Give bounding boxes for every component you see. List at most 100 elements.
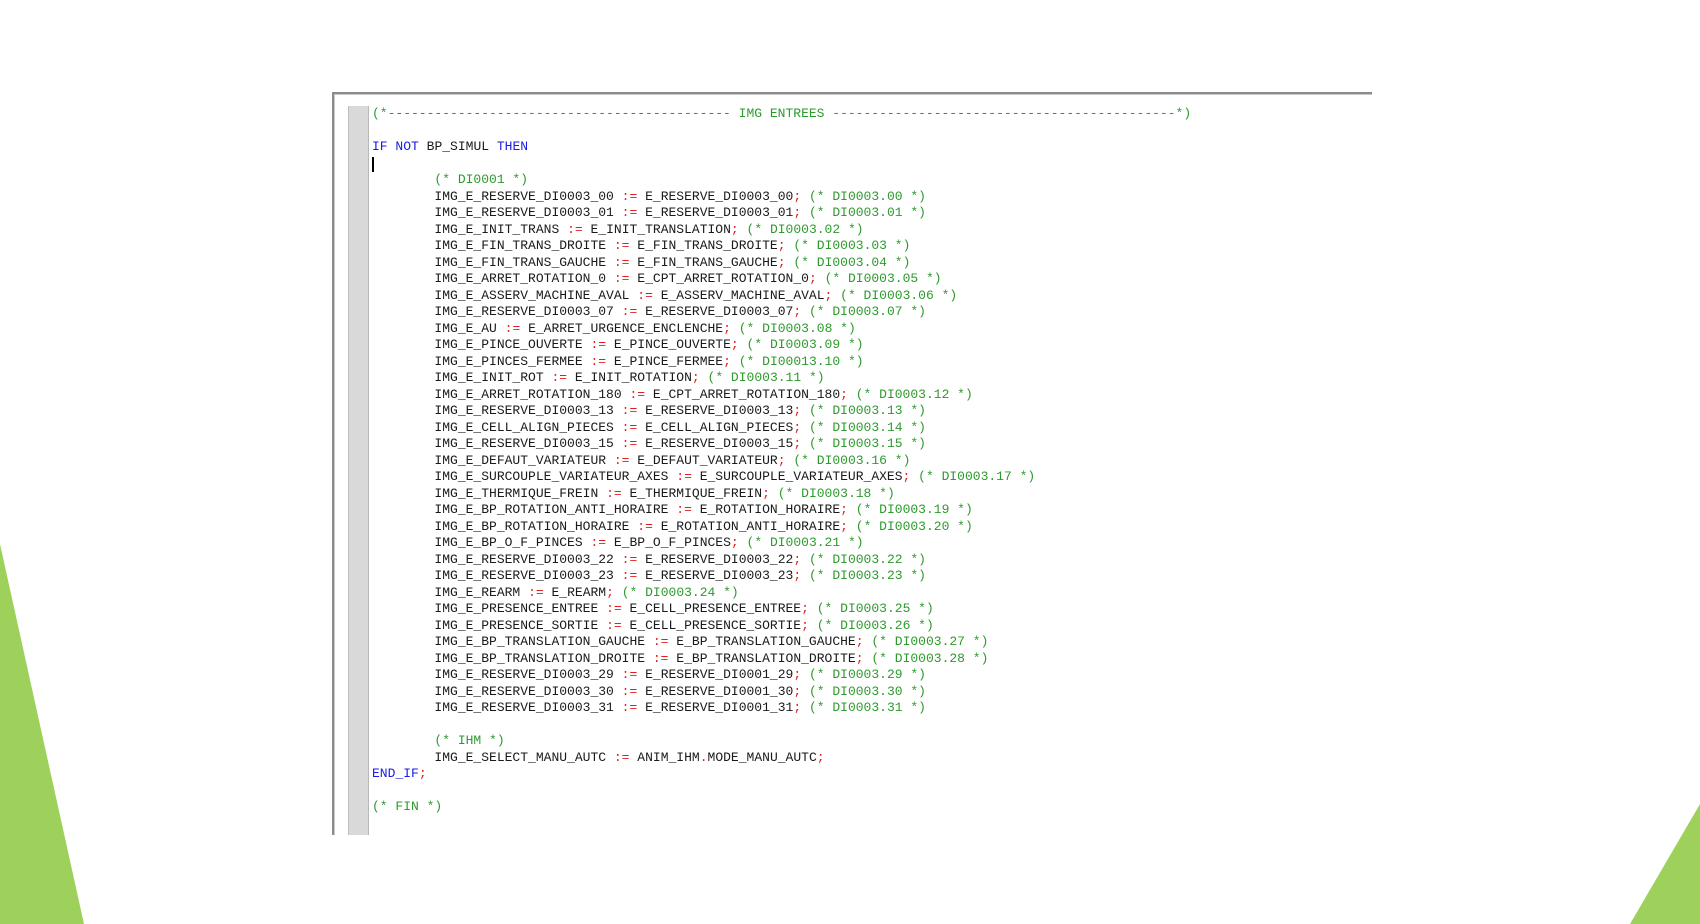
assignment-source: E_BP_TRANSLATION_GAUCHE <box>676 634 856 649</box>
semicolon: ; <box>855 650 864 666</box>
code-line-assignment[interactable]: IMG_E_DEFAUT_VARIATEUR := E_DEFAUT_VARIA… <box>372 453 1372 470</box>
assignment-operator: := <box>652 650 669 666</box>
assignment-target: IMG_E_PINCES_FERMEE <box>434 353 583 369</box>
code-line-assignment[interactable]: IMG_E_RESERVE_DI0003_13 := E_RESERVE_DI0… <box>372 403 1372 420</box>
assignment-operator: := <box>621 667 638 682</box>
code-line-blank[interactable] <box>372 783 1372 800</box>
code-line-assignment[interactable]: IMG_E_RESERVE_DI0003_07 := E_RESERVE_DI0… <box>372 304 1372 321</box>
code-line-assignment[interactable]: IMG_E_SURCOUPLE_VARIATEUR_AXES := E_SURC… <box>372 469 1372 486</box>
assignment-target: IMG_E_RESERVE_DI0003_00 <box>434 188 614 204</box>
semicolon: ; <box>801 617 809 633</box>
code-line-assignment[interactable]: IMG_E_BP_ROTATION_HORAIRE := E_ROTATION_… <box>372 519 1372 536</box>
code-line-assignment[interactable]: IMG_E_PRESENCE_SORTIE := E_CELL_PRESENCE… <box>372 618 1372 635</box>
fin-comment: (* FIN *) <box>372 799 443 814</box>
code-line-assignment[interactable]: IMG_E_INIT_ROT := E_INIT_ROTATION; (* DI… <box>372 370 1372 387</box>
code-line-assignment[interactable]: IMG_E_RESERVE_DI0003_00 := E_RESERVE_DI0… <box>372 189 1372 206</box>
assignment-comment: (* DI0003.22 *) <box>808 551 926 567</box>
assignment-comment: (* DI0003.27 *) <box>871 634 989 649</box>
code-line-assignment[interactable]: IMG_E_RESERVE_DI0003_01 := E_RESERVE_DI0… <box>372 205 1372 222</box>
assignment-source: E_RESERVE_DI0003_01 <box>645 205 794 220</box>
code-line-assignment[interactable]: IMG_E_INIT_TRANS := E_INIT_TRANSLATION; … <box>372 222 1372 239</box>
semicolon: ; <box>801 601 809 616</box>
semicolon: ; <box>730 535 739 550</box>
semicolon: ; <box>762 485 770 501</box>
assignment-source: E_ROTATION_HORAIRE <box>699 502 841 517</box>
assignment-comment: (* DI0003.26 *) <box>816 617 934 633</box>
code-line-assignment[interactable]: IMG_E_RESERVE_DI0003_29 := E_RESERVE_DI0… <box>372 667 1372 684</box>
end-if-keyword: END_IF <box>372 766 419 781</box>
code-line-assignment[interactable]: IMG_E_RESERVE_DI0003_15 := E_RESERVE_DI0… <box>372 436 1372 453</box>
assignment-operator: := <box>621 700 638 715</box>
assignment-source: E_DEFAUT_VARIATEUR <box>637 452 778 468</box>
not-keyword: NOT <box>395 139 419 154</box>
assignment-operator: := <box>652 634 669 649</box>
code-line-if[interactable]: IF NOT BP_SIMUL THEN <box>372 139 1372 156</box>
code-line-ihm-section[interactable]: (* IHM *) <box>372 733 1372 750</box>
code-line-assignment[interactable]: IMG_E_CELL_ALIGN_PIECES := E_CELL_ALIGN_… <box>372 420 1372 437</box>
code-line-assignment[interactable]: IMG_E_REARM := E_REARM; (* DI0003.24 *) <box>372 585 1372 602</box>
code-line-assignment[interactable]: IMG_E_PINCE_OUVERTE := E_PINCE_OUVERTE; … <box>372 337 1372 354</box>
assignment-operator: := <box>606 601 622 616</box>
code-line-assignment[interactable]: IMG_E_RESERVE_DI0003_30 := E_RESERVE_DI0… <box>372 684 1372 701</box>
code-line-assignment[interactable]: IMG_E_RESERVE_DI0003_22 := E_RESERVE_DI0… <box>372 552 1372 569</box>
code-line-assignment[interactable]: IMG_E_BP_ROTATION_ANTI_HORAIRE := E_ROTA… <box>372 502 1372 519</box>
code-line-header[interactable]: (*--------------------------------------… <box>372 106 1372 123</box>
code-line-assignment[interactable]: IMG_E_FIN_TRANS_DROITE := E_FIN_TRANS_DR… <box>372 238 1372 255</box>
code-line-assignment[interactable]: IMG_E_ARRET_ROTATION_180 := E_CPT_ARRET_… <box>372 387 1372 404</box>
assignment-comment: (* DI0003.11 *) <box>707 370 825 385</box>
assignment-source: E_RESERVE_DI0001_29 <box>645 667 794 682</box>
assignment-operator: := <box>621 551 638 567</box>
assignment-target: IMG_E_RESERVE_DI0003_22 <box>434 551 614 567</box>
assignment-source: E_PINCE_FERMEE <box>613 353 724 369</box>
assignment-comment: (* DI0003.20 *) <box>855 518 973 534</box>
assignment-target: IMG_E_BP_O_F_PINCES <box>434 535 583 550</box>
assignment-target: IMG_E_RESERVE_DI0003_30 <box>434 683 614 699</box>
code-line-assignment[interactable]: IMG_E_RESERVE_DI0003_23 := E_RESERVE_DI0… <box>372 568 1372 585</box>
semicolon: ; <box>606 584 614 600</box>
code-line-cursor[interactable] <box>372 156 1372 173</box>
code-line-end-if[interactable]: END_IF; <box>372 766 1372 783</box>
code-line-assignment[interactable]: IMG_E_BP_O_F_PINCES := E_BP_O_F_PINCES; … <box>372 535 1372 552</box>
assignment-operator: := <box>528 584 544 600</box>
assignment-target: IMG_E_RESERVE_DI0003_07 <box>434 304 614 319</box>
code-line-assignment[interactable]: IMG_E_THERMIQUE_FREIN := E_THERMIQUE_FRE… <box>372 486 1372 503</box>
assignment-target: IMG_E_ARRET_ROTATION_0 <box>434 271 607 286</box>
code-line-ihm-assignment[interactable]: IMG_E_SELECT_MANU_AUTC := ANIM_IHM.MODE_… <box>372 750 1372 767</box>
semicolon: ; <box>808 271 817 286</box>
code-line-assignment[interactable]: IMG_E_ARRET_ROTATION_0 := E_CPT_ARRET_RO… <box>372 271 1372 288</box>
code-line-assignment[interactable]: IMG_E_AU := E_ARRET_URGENCE_ENCLENCHE; (… <box>372 321 1372 338</box>
code-area[interactable]: (*--------------------------------------… <box>372 106 1372 835</box>
assignment-operator: := <box>551 370 568 385</box>
code-line-di-section[interactable]: (* DI0001 *) <box>372 172 1372 189</box>
assignment-operator: := <box>621 304 638 319</box>
assignment-source: E_CELL_PRESENCE_SORTIE <box>629 617 802 633</box>
if-keyword: IF <box>372 139 388 154</box>
assignment-operator: := <box>676 502 692 517</box>
code-line-blank[interactable] <box>372 717 1372 734</box>
code-line-assignment[interactable]: IMG_E_PINCES_FERMEE := E_PINCE_FERMEE; (… <box>372 354 1372 371</box>
assignment-comment: (* DI0003.23 *) <box>808 568 926 583</box>
assignment-comment: (* DI0003.30 *) <box>808 683 926 699</box>
assignment-operator: := <box>637 287 653 303</box>
code-line-blank[interactable] <box>372 123 1372 140</box>
assignment-comment: (* DI0003.18 *) <box>777 485 895 501</box>
code-line-assignment[interactable]: IMG_E_BP_TRANSLATION_GAUCHE := E_BP_TRAN… <box>372 634 1372 651</box>
assignment-source: E_INIT_ROTATION <box>574 370 692 385</box>
semicolon: ; <box>816 749 825 765</box>
assignment-source: E_ROTATION_ANTI_HORAIRE <box>660 518 841 534</box>
code-line-fin[interactable]: (* FIN *) <box>372 799 1372 816</box>
code-line-assignment[interactable]: IMG_E_RESERVE_DI0003_31 := E_RESERVE_DI0… <box>372 700 1372 717</box>
assignment-operator: := <box>621 419 638 435</box>
code-line-assignment[interactable]: IMG_E_ASSERV_MACHINE_AVAL := E_ASSERV_MA… <box>372 288 1372 305</box>
assignment-operator: := <box>621 403 638 418</box>
assignment-comment: (* DI00013.10 *) <box>738 353 864 369</box>
header-comment: (*--------------------------------------… <box>372 106 1192 121</box>
semicolon: ; <box>793 188 802 204</box>
code-line-assignment[interactable]: IMG_E_FIN_TRANS_GAUCHE := E_FIN_TRANS_GA… <box>372 255 1372 272</box>
semicolon: ; <box>902 469 911 484</box>
assignment-operator: := <box>606 617 622 633</box>
semicolon: ; <box>793 304 802 319</box>
code-line-assignment[interactable]: IMG_E_PRESENCE_ENTREE := E_CELL_PRESENCE… <box>372 601 1372 618</box>
code-line-assignment[interactable]: IMG_E_BP_TRANSLATION_DROITE := E_BP_TRAN… <box>372 651 1372 668</box>
semicolon: ; <box>840 386 848 402</box>
